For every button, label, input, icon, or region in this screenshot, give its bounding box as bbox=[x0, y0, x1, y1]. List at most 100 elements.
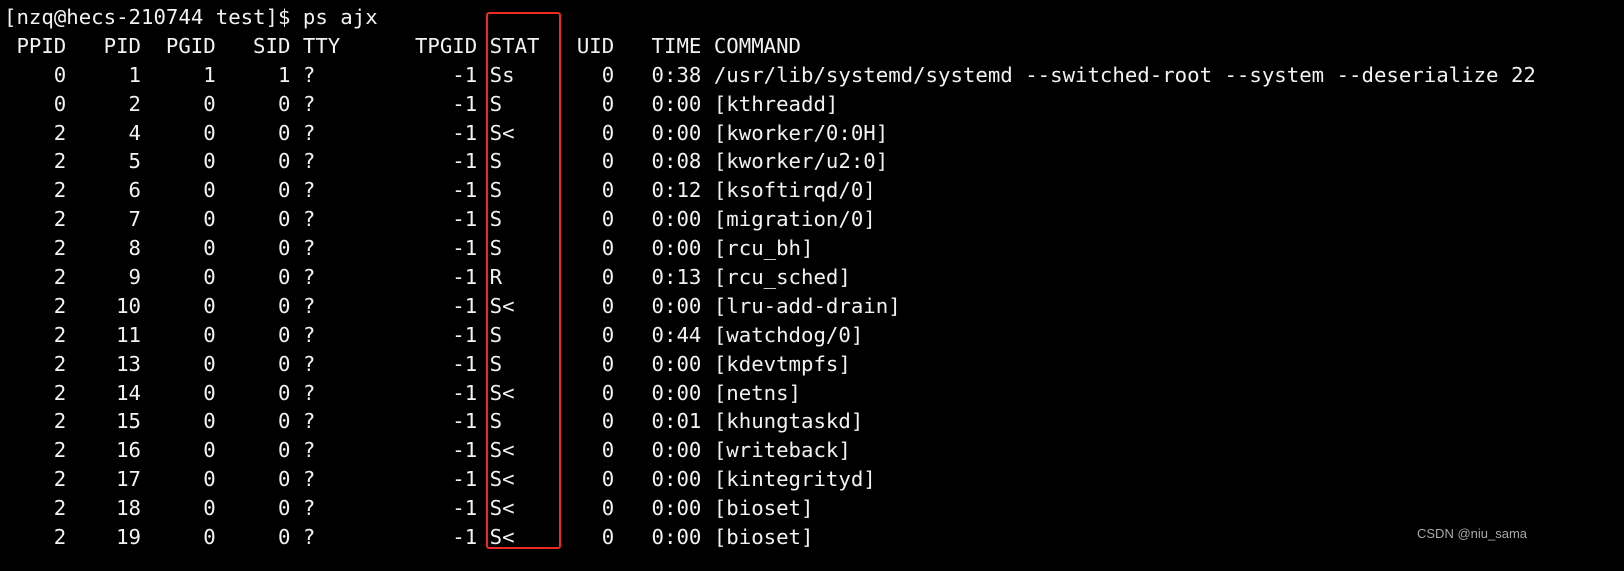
tty-cell: TTY bbox=[302, 33, 341, 58]
tty-cell: ? bbox=[302, 120, 316, 145]
ppid-cell: 2 bbox=[53, 322, 67, 347]
tty-cell: ? bbox=[302, 91, 316, 116]
pgid-cell: 0 bbox=[203, 120, 216, 145]
time-cell: 0:00 bbox=[651, 236, 702, 261]
tpgid-cell: -1 bbox=[452, 467, 478, 492]
process-row: 2 19 0 0 ? -1 S< 0 0:00 [bioset] bbox=[4, 523, 1536, 552]
pgid-cell: 0 bbox=[203, 322, 216, 347]
command-cell: [migration/0] bbox=[713, 207, 876, 232]
tpgid-cell: -1 bbox=[452, 525, 478, 550]
terminal[interactable]: [nzq@hecs-210744 test]$ ps ajx PPID PID PG… bbox=[4, 3, 1536, 552]
time-cell: 0:44 bbox=[651, 322, 702, 347]
time-cell: 0:00 bbox=[651, 120, 702, 145]
pgid-cell: 0 bbox=[203, 409, 216, 434]
command-cell: [rcu_bh] bbox=[713, 236, 814, 261]
sid-cell: 0 bbox=[277, 322, 291, 347]
time-cell: 0:01 bbox=[651, 409, 702, 434]
pid-cell: 11 bbox=[116, 322, 141, 347]
sid-cell: 0 bbox=[277, 120, 291, 145]
sid-cell: 0 bbox=[277, 496, 291, 521]
process-row: 2 10 0 0 ? -1 S< 0 0:00 [lru-add-drain] bbox=[4, 292, 1536, 321]
tty-cell: ? bbox=[302, 207, 316, 232]
command-cell: [watchdog/0] bbox=[713, 322, 864, 347]
sid-cell: 0 bbox=[277, 207, 291, 232]
tpgid-cell: -1 bbox=[452, 207, 478, 232]
ppid-cell: 0 bbox=[53, 91, 67, 116]
tpgid-cell: -1 bbox=[452, 322, 478, 347]
ppid-cell: PPID bbox=[16, 33, 67, 58]
pid-cell: 17 bbox=[116, 467, 141, 492]
command-cell: [writeback] bbox=[713, 438, 851, 463]
tty-cell: ? bbox=[302, 380, 316, 405]
command-cell: [kworker/u2:0] bbox=[713, 149, 889, 174]
ppid-cell: 2 bbox=[53, 467, 67, 492]
pid-cell: 4 bbox=[128, 120, 141, 145]
tpgid-cell: -1 bbox=[452, 178, 478, 203]
tty-cell: ? bbox=[302, 265, 316, 290]
shell-prompt: [nzq@hecs-210744 test]$ ps ajx bbox=[4, 5, 378, 29]
tpgid-cell: -1 bbox=[452, 62, 478, 87]
process-row: 2 18 0 0 ? -1 S< 0 0:00 [bioset] bbox=[4, 494, 1536, 523]
command-cell: [bioset] bbox=[713, 525, 814, 550]
command-cell: [ksoftirqd/0] bbox=[713, 178, 876, 203]
ppid-cell: 2 bbox=[53, 178, 67, 203]
pgid-cell: 0 bbox=[203, 496, 216, 521]
sid-cell: 0 bbox=[277, 178, 291, 203]
pid-cell: 6 bbox=[128, 178, 141, 203]
tpgid-cell: -1 bbox=[452, 91, 478, 116]
tty-cell: ? bbox=[302, 149, 316, 174]
command-cell: [kdevtmpfs] bbox=[713, 351, 851, 376]
pgid-cell: 1 bbox=[203, 62, 216, 87]
tty-cell: ? bbox=[302, 351, 316, 376]
pid-cell: 9 bbox=[128, 265, 141, 290]
tpgid-cell: -1 bbox=[452, 438, 478, 463]
sid-cell: 0 bbox=[277, 293, 291, 318]
tpgid-cell: -1 bbox=[452, 120, 478, 145]
process-row: 2 13 0 0 ? -1 S 0 0:00 [kdevtmpfs] bbox=[4, 350, 1536, 379]
tpgid-cell: -1 bbox=[452, 409, 478, 434]
pid-cell: 1 bbox=[128, 62, 141, 87]
ppid-cell: 2 bbox=[53, 265, 67, 290]
tty-cell: ? bbox=[302, 409, 316, 434]
process-row: 2400 ? -1 S< 0 0:00 [kworker/0:0H] bbox=[4, 119, 1536, 148]
ppid-cell: 2 bbox=[53, 236, 67, 261]
time-cell: 0:13 bbox=[651, 265, 702, 290]
sid-cell: 0 bbox=[277, 380, 291, 405]
pgid-cell: 0 bbox=[203, 149, 216, 174]
sid-cell: 0 bbox=[277, 91, 291, 116]
sid-cell: 0 bbox=[277, 351, 291, 376]
pgid-cell: 0 bbox=[203, 380, 216, 405]
command-cell: [khungtaskd] bbox=[713, 409, 864, 434]
sid-cell: 0 bbox=[277, 409, 291, 434]
time-cell: 0:00 bbox=[651, 380, 702, 405]
pid-cell: 8 bbox=[128, 236, 141, 261]
sid-cell: 0 bbox=[277, 236, 291, 261]
pgid-cell: 0 bbox=[203, 207, 216, 232]
time-cell: 0:08 bbox=[651, 149, 702, 174]
ppid-cell: 2 bbox=[53, 438, 67, 463]
command-cell: [netns] bbox=[713, 380, 802, 405]
ppid-cell: 2 bbox=[53, 207, 67, 232]
pid-cell: 13 bbox=[116, 351, 141, 376]
table-header: PPID PID PGID SID TTY TPGID STAT UID TIME COMM… bbox=[4, 32, 1536, 61]
command-cell: COMMAND bbox=[713, 33, 802, 58]
tty-cell: ? bbox=[302, 293, 316, 318]
tpgid-cell: -1 bbox=[452, 236, 478, 261]
